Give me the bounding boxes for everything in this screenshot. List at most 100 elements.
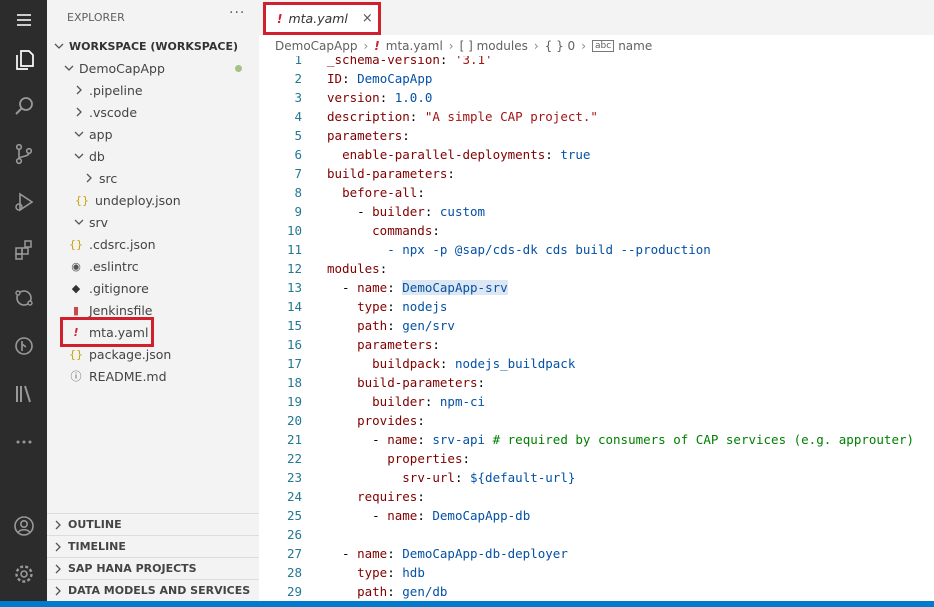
code-text: path: gen/srv (357, 318, 455, 333)
tree-item-label: DemoCapApp (79, 60, 165, 76)
tree-item-label: .gitignore (89, 280, 149, 296)
code-line[interactable]: 19 builder: npm-ci (259, 394, 934, 413)
tree-item-srv[interactable]: srv (47, 211, 259, 233)
code-line[interactable]: 15 path: gen/srv (259, 318, 934, 337)
tree-item-pipeline[interactable]: .pipeline (47, 79, 259, 101)
code-line[interactable]: 14 type: nodejs (259, 299, 934, 318)
settings-file-icon: ◉ (71, 259, 81, 273)
code-editor[interactable]: 1 _schema-version: '3.1' 2 ID: DemoCapApp 3 v… (259, 56, 934, 601)
code-text: - name: DemoCapApp-db-deployer (327, 546, 568, 561)
line-number: 5 (294, 128, 302, 143)
workspace-title: WORKSPACE (WORKSPACE) (69, 39, 238, 53)
chevron-down-icon (54, 43, 64, 49)
code-line[interactable]: 5 parameters: (259, 128, 934, 147)
section-label: SAP HANA PROJECTS (68, 562, 197, 575)
tree-item-eslintrc[interactable]: ◉ .eslintrc (47, 255, 259, 277)
code-line[interactable]: 29 path: gen/db (259, 584, 934, 601)
search-icon[interactable] (0, 86, 47, 126)
tree-item-undeploy-json[interactable]: {} undeploy.json (47, 189, 259, 211)
code-line[interactable]: 1 _schema-version: '3.1' (259, 56, 934, 71)
code-line[interactable]: 20 provides: (259, 413, 934, 432)
code-line[interactable]: 22 properties: (259, 451, 934, 470)
chevron-right-icon (55, 586, 61, 595)
files-icon[interactable] (0, 40, 47, 80)
code-line[interactable]: 9 - builder: custom (259, 204, 934, 223)
json-file-icon: {} (75, 193, 89, 207)
breadcrumb-item[interactable]: DemoCapApp (275, 39, 357, 53)
code-line[interactable]: 18 build-parameters: (259, 375, 934, 394)
line-number: 13 (286, 280, 302, 295)
extensions-icon[interactable] (0, 230, 47, 270)
tree-item-gitignore[interactable]: ◆ .gitignore (47, 277, 259, 299)
highlight-box (60, 317, 154, 347)
line-number: 8 (294, 185, 302, 200)
code-line[interactable]: 12 modules: (259, 261, 934, 280)
code-text: build-parameters: (327, 166, 455, 181)
modified-dot (235, 65, 242, 72)
run-debug-icon[interactable] (0, 182, 47, 222)
line-number: 3 (294, 90, 302, 105)
code-text: commands: (372, 223, 440, 238)
line-number: 2 (294, 71, 302, 86)
code-line[interactable]: 2 ID: DemoCapApp (259, 71, 934, 90)
code-line[interactable]: 17 buildpack: nodejs_buildpack (259, 356, 934, 375)
settings-gear-icon[interactable] (0, 554, 47, 594)
tree-item-vscode[interactable]: .vscode (47, 101, 259, 123)
line-number: 1 (294, 56, 302, 67)
more-actions-icon[interactable]: ··· (229, 5, 245, 21)
code-text: path: gen/db (357, 584, 448, 599)
code-text: ID: DemoCapApp (327, 71, 433, 86)
breadcrumb-item[interactable]: { } 0 (545, 39, 576, 53)
code-line[interactable]: 24 requires: (259, 489, 934, 508)
tree-item-src[interactable]: src (47, 167, 259, 189)
code-line[interactable]: 26 (259, 527, 934, 546)
json-file-icon: {} (69, 237, 83, 251)
more-icon[interactable] (0, 422, 47, 462)
tree-item-app[interactable]: app (47, 123, 259, 145)
code-line[interactable]: 11 - npx -p @sap/cds-dk cds build --prod… (259, 242, 934, 261)
chevron-down-icon (64, 65, 74, 71)
tree-item-db[interactable]: db (47, 145, 259, 167)
line-number: 24 (286, 489, 302, 504)
source-control-icon[interactable] (0, 134, 47, 174)
line-number: 9 (294, 204, 302, 219)
code-line[interactable]: 27 - name: DemoCapApp-db-deployer (259, 546, 934, 565)
section-timeline[interactable]: TIMELINE (47, 535, 259, 557)
library-icon[interactable] (0, 374, 47, 414)
line-number: 17 (286, 356, 302, 371)
menu-icon[interactable] (0, 0, 47, 40)
code-line[interactable]: 16 parameters: (259, 337, 934, 356)
code-text: - builder: custom (327, 204, 486, 219)
code-line[interactable]: 13 - name: DemoCapApp-srv (259, 280, 934, 299)
code-line[interactable]: 28 type: hdb (259, 565, 934, 584)
breadcrumb-item[interactable]: name (618, 39, 652, 53)
code-line[interactable]: 7 build-parameters: (259, 166, 934, 185)
code-line[interactable]: 23 srv-url: ${default-url} (259, 470, 934, 489)
remote-explorer-icon[interactable] (0, 278, 47, 318)
code-line[interactable]: 21 - name: srv-api # required by consume… (259, 432, 934, 451)
line-number: 28 (286, 565, 302, 580)
breadcrumb-item[interactable]: [ ] modules (460, 39, 528, 53)
section-outline[interactable]: OUTLINE (47, 513, 259, 535)
code-text: version: 1.0.0 (327, 90, 433, 105)
section-data-models[interactable]: DATA MODELS AND SERVICES (47, 579, 259, 601)
code-text: - name: srv-api # required by consumers … (327, 432, 915, 447)
tree-item-democapapp[interactable]: DemoCapApp (47, 57, 259, 79)
code-text: - name: DemoCapApp-srv (327, 280, 508, 295)
code-line[interactable]: 25 - name: DemoCapApp-db (259, 508, 934, 527)
tree-item-cdsrc-json[interactable]: {} .cdsrc.json (47, 233, 259, 255)
section-sap-hana-projects[interactable]: SAP HANA PROJECTS (47, 557, 259, 579)
code-text: parameters: (327, 128, 410, 143)
tree-item-readme[interactable]: ⓘ README.md (47, 365, 259, 387)
code-line[interactable]: 4 description: "A simple CAP project." (259, 109, 934, 128)
line-number: 15 (286, 318, 302, 333)
breadcrumb-item[interactable]: mta.yaml (386, 39, 443, 53)
line-number: 4 (294, 109, 302, 124)
code-line[interactable]: 6 enable-parallel-deployments: true (259, 147, 934, 166)
code-line[interactable]: 10 commands: (259, 223, 934, 242)
code-line[interactable]: 3 version: 1.0.0 (259, 90, 934, 109)
account-icon[interactable] (0, 506, 47, 546)
code-line[interactable]: 8 before-all: (259, 185, 934, 204)
git-graph-icon[interactable] (0, 326, 47, 366)
workspace-header[interactable]: WORKSPACE (WORKSPACE) (47, 35, 259, 57)
